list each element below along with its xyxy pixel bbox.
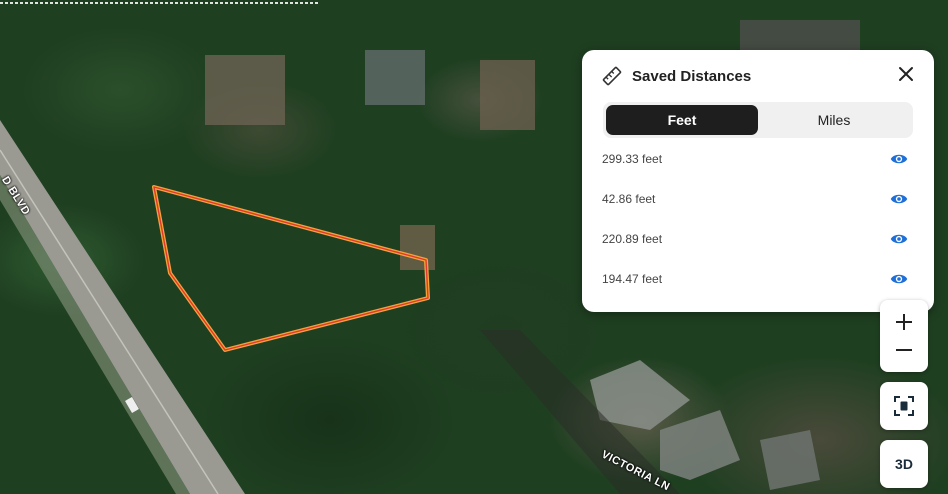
panel-header: Saved Distances: [602, 64, 918, 88]
minus-icon: [896, 349, 912, 351]
zoom-control: [880, 300, 928, 372]
zoom-in-button[interactable]: [880, 308, 928, 336]
house-roof: [365, 50, 425, 105]
house-roof: [660, 410, 740, 480]
distances-list: 299.33 feet 42.86 feet 220.89 feet 194.4…: [602, 142, 916, 302]
units-toggle: Feet Miles: [603, 102, 913, 138]
distance-label: 299.33 feet: [602, 152, 663, 166]
list-item: 299.33 feet: [602, 142, 916, 182]
measured-area-outline[interactable]: [152, 185, 430, 352]
eye-icon[interactable]: [890, 230, 908, 248]
zoom-out-button[interactable]: [880, 336, 928, 364]
eye-icon[interactable]: [890, 270, 908, 288]
distance-label: 194.47 feet: [602, 272, 663, 286]
ruler-icon: [602, 66, 622, 86]
list-item: 220.89 feet: [602, 222, 916, 262]
units-option-miles[interactable]: Miles: [758, 105, 910, 135]
eye-icon[interactable]: [890, 190, 908, 208]
view-3d-button[interactable]: 3D: [880, 440, 928, 488]
recenter-button[interactable]: [880, 382, 928, 430]
house-roof: [205, 55, 285, 125]
units-option-feet[interactable]: Feet: [606, 105, 758, 135]
house-roof: [480, 60, 535, 130]
house-roof: [760, 430, 820, 490]
driveway: [400, 225, 435, 270]
distance-label: 220.89 feet: [602, 232, 663, 246]
plus-icon: [896, 314, 912, 330]
list-item: 194.47 feet: [602, 262, 916, 302]
measured-area-inner-line: [153, 186, 429, 351]
panel-title: Saved Distances: [632, 67, 752, 85]
boulevard-road: [0, 120, 245, 494]
focus-frame-icon: [894, 396, 914, 416]
distance-label: 42.86 feet: [602, 192, 656, 206]
list-item: 42.86 feet: [602, 182, 916, 222]
eye-icon[interactable]: [890, 150, 908, 168]
close-icon: [899, 67, 913, 81]
saved-distances-panel: Saved Distances Feet Miles 299.33 feet 4…: [582, 50, 934, 312]
close-button[interactable]: [894, 62, 918, 86]
road-line: [0, 149, 219, 494]
